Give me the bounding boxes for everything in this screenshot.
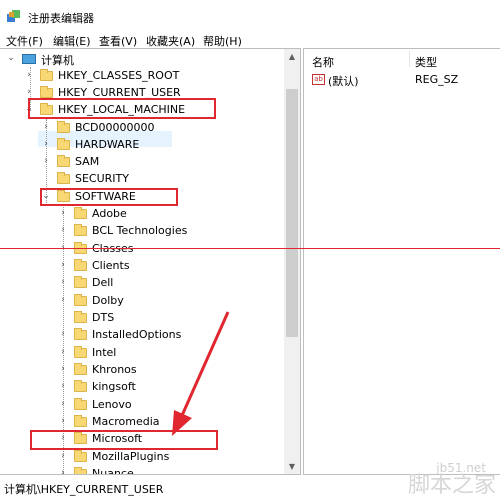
tree-item-label: Adobe (92, 207, 127, 220)
folder-icon (74, 242, 87, 254)
tree-item-label: Dolby (92, 294, 124, 307)
tree-item-label: SAM (75, 155, 100, 168)
chevron-right-icon[interactable]: › (58, 260, 68, 270)
folder-icon (74, 467, 87, 474)
annotation-box-software (40, 188, 178, 206)
tree-item-label: kingsoft (92, 380, 136, 393)
folder-icon (74, 450, 87, 462)
chevron-right-icon[interactable]: › (58, 364, 68, 374)
tree-item-security[interactable]: SECURITY (0, 171, 280, 188)
chevron-right-icon[interactable]: › (58, 329, 68, 339)
chevron-right-icon[interactable]: › (41, 156, 51, 166)
tree-item-dell[interactable]: › Dell (0, 275, 280, 292)
tree-vertical-scrollbar[interactable]: ▲ ▼ (284, 49, 300, 474)
tree-item-label: Khronos (92, 363, 137, 376)
column-divider[interactable] (409, 51, 410, 67)
tree-item-classes[interactable]: › Classes (0, 241, 280, 258)
tree-item-label: HARDWARE (75, 138, 140, 151)
tree-item-clients[interactable]: › Clients (0, 258, 280, 275)
scroll-up-arrow-icon[interactable]: ▲ (284, 49, 300, 65)
chevron-right-icon[interactable]: › (58, 416, 68, 426)
annotation-guide-line (0, 248, 500, 249)
tree-item-label: BCL Technologies (92, 224, 188, 237)
tree-item-computer[interactable]: ⌄ 计算机 (0, 51, 280, 68)
status-path: 计算机\HKEY_CURRENT_USER (4, 483, 164, 496)
tree-item-label: 计算机 (41, 54, 74, 67)
menu-edit[interactable]: 编辑(E) (53, 33, 91, 49)
chevron-right-icon[interactable]: › (58, 451, 68, 461)
folder-icon (40, 69, 53, 81)
tree-item-bcd[interactable]: › BCD00000000 (0, 120, 280, 137)
tree-item-nuance[interactable]: › Nuance (0, 466, 280, 475)
folder-icon (74, 259, 87, 271)
tree-item-hkey-classes-root[interactable]: › HKEY_CLASSES_ROOT (0, 68, 280, 85)
tree-item-label: Clients (92, 259, 130, 272)
annotation-box-hkey-local-machine (28, 98, 216, 119)
folder-icon (74, 311, 87, 323)
tree-item-label: DTS (92, 311, 115, 324)
value-type: REG_SZ (415, 73, 459, 86)
column-header-name[interactable]: 名称 (312, 54, 334, 70)
folder-icon (74, 346, 87, 358)
string-value-icon: ab (312, 74, 325, 85)
tree-item-mozillaplugins[interactable]: › MozillaPlugins (0, 449, 280, 466)
scroll-thumb[interactable] (286, 89, 298, 337)
folder-icon (74, 224, 87, 236)
menu-favorites[interactable]: 收藏夹(A) (146, 33, 195, 49)
window-title: 注册表编辑器 (28, 12, 94, 25)
scroll-down-arrow-icon[interactable]: ▼ (284, 459, 300, 474)
tree-item-bcl-technologies[interactable]: › BCL Technologies (0, 223, 280, 240)
chevron-right-icon[interactable]: › (58, 295, 68, 305)
chevron-right-icon[interactable]: › (58, 347, 68, 357)
folder-icon (74, 380, 87, 392)
tree-item-label: SECURITY (75, 172, 129, 185)
menu-bar: 文件(F) 编辑(E) 查看(V) 收藏夹(A) 帮助(H) (0, 31, 500, 48)
registry-editor-icon (7, 10, 20, 22)
chevron-right-icon[interactable]: › (58, 225, 68, 235)
tree-item-label: Macromedia (92, 415, 160, 428)
chevron-right-icon[interactable]: › (58, 399, 68, 409)
folder-icon (74, 398, 87, 410)
watermark-brand: 脚本之家 (407, 473, 496, 498)
folder-icon (74, 363, 87, 375)
folder-icon (57, 121, 70, 133)
menu-view[interactable]: 查看(V) (99, 33, 137, 49)
chevron-right-icon[interactable]: › (24, 70, 34, 80)
tree-item-sam[interactable]: › SAM (0, 154, 280, 171)
menu-file[interactable]: 文件(F) (6, 33, 43, 49)
chevron-right-icon[interactable]: › (24, 87, 34, 97)
folder-icon (74, 207, 87, 219)
registry-values-list[interactable]: 名称 类型 ab (默认) REG_SZ (303, 48, 500, 475)
folder-icon (57, 172, 70, 184)
folder-icon (40, 86, 53, 98)
tree-item-label: MozillaPlugins (92, 450, 170, 463)
tree-item-adobe[interactable]: › Adobe (0, 206, 280, 223)
tree-item-label: Lenovo (92, 398, 132, 411)
folder-icon (74, 415, 87, 427)
computer-icon (22, 54, 36, 64)
tree-item-label: HKEY_CLASSES_ROOT (58, 69, 180, 82)
chevron-right-icon[interactable]: › (58, 468, 68, 474)
chevron-right-icon[interactable]: › (41, 122, 51, 132)
chevron-right-icon[interactable]: › (58, 208, 68, 218)
folder-icon (74, 294, 87, 306)
folder-icon (74, 328, 87, 340)
folder-icon (57, 155, 70, 167)
tree-item-label: Nuance (92, 467, 134, 475)
annotation-arrow-icon (172, 311, 230, 436)
chevron-down-icon[interactable]: ⌄ (6, 53, 16, 63)
chevron-right-icon[interactable]: › (41, 139, 51, 149)
menu-help[interactable]: 帮助(H) (203, 33, 242, 49)
tree-item-hardware[interactable]: › HARDWARE (0, 137, 280, 154)
tree-item-label: Dell (92, 276, 114, 289)
chevron-right-icon[interactable]: › (58, 277, 68, 287)
tree-item-label: Intel (92, 346, 117, 359)
folder-icon (57, 138, 70, 150)
tree-item-label: BCD00000000 (75, 121, 155, 134)
chevron-right-icon[interactable]: › (58, 381, 68, 391)
title-bar: 注册表编辑器 (0, 0, 500, 31)
folder-icon (74, 276, 87, 288)
value-name: (默认) (328, 75, 359, 88)
column-header-type[interactable]: 类型 (415, 54, 437, 70)
